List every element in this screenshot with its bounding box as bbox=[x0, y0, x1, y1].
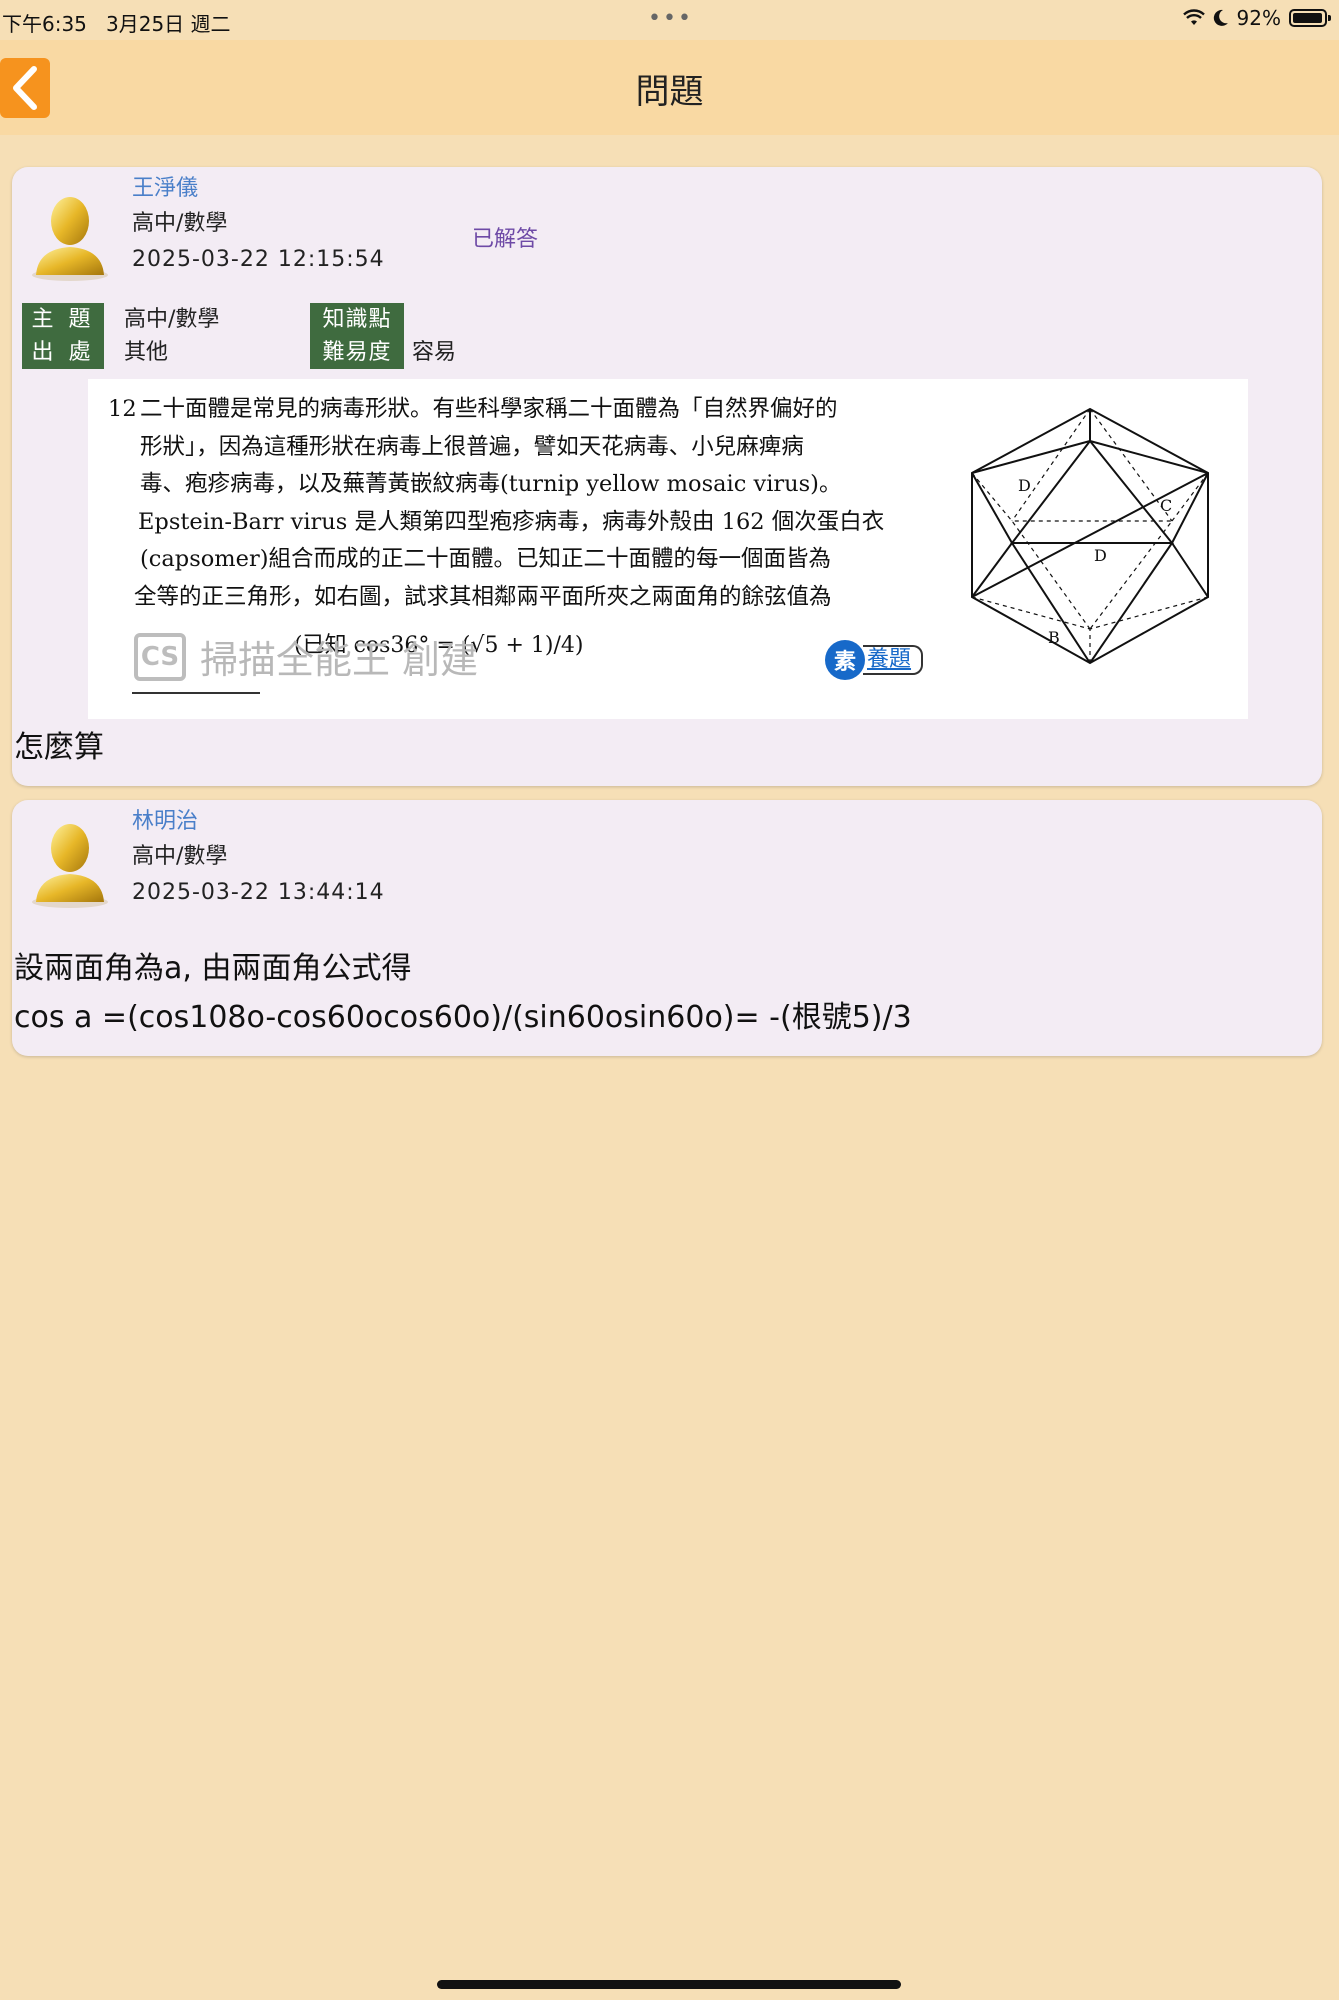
problem-number: 12 bbox=[108, 396, 137, 422]
battery-percent: 92% bbox=[1236, 6, 1281, 30]
svg-text:C: C bbox=[1160, 496, 1172, 515]
literacy-tag: 素 養題 bbox=[825, 640, 924, 680]
status-time: 下午6:35 3月25日 週二 bbox=[2, 8, 231, 37]
problem-text: 12 二十面體是常見的病毒形狀。有些科學家稱二十面體為「自然界偏好的 形狀」，因為… bbox=[108, 391, 938, 616]
problem-line: (capsomer)組合而成的正二十面體。已知正二十面體的每一個面皆為 bbox=[140, 546, 831, 572]
topic-label: 主 題 bbox=[22, 303, 104, 336]
home-indicator[interactable] bbox=[437, 1980, 901, 1989]
problem-line: 毒、疱疹病毒，以及蕪菁黃嵌紋病毒(turnip yellow mosaic vi… bbox=[140, 471, 842, 497]
svg-text:D: D bbox=[1094, 546, 1107, 565]
problem-line: Epstein-Barr virus 是人類第四型疱疹病毒，病毒外殼由 162 … bbox=[138, 508, 885, 535]
question-subject: 高中/數學 bbox=[132, 211, 228, 236]
answer-subject: 高中/數學 bbox=[132, 844, 228, 869]
answer-card: 林明治 高中/數學 2025-03-22 13:44:14 設兩面角為a, 由兩… bbox=[12, 800, 1322, 1056]
battery-icon bbox=[1289, 9, 1331, 27]
svg-text:D: D bbox=[1018, 476, 1031, 495]
wifi-icon bbox=[1182, 9, 1205, 25]
answer-datetime: 2025-03-22 13:44:14 bbox=[132, 880, 385, 905]
question-username[interactable]: 王淨儀 bbox=[132, 170, 198, 202]
question-datetime: 2025-03-22 12:15:54 bbox=[132, 247, 385, 272]
topic-value: 高中/數學 bbox=[124, 307, 220, 332]
camscanner-logo-icon: CS bbox=[134, 632, 186, 681]
clock-time: 下午6:35 bbox=[2, 12, 87, 36]
problem-line: 12 二十面體是常見的病毒形狀。有些科學家稱二十面體為「自然界偏好的 bbox=[108, 391, 938, 429]
moon-icon bbox=[1213, 9, 1228, 26]
question-text: 怎麼算 bbox=[14, 730, 104, 765]
problem-line: 形狀」，因為這種形狀在病毒上很普遍，譬如天花病毒、小兒麻痺病 bbox=[140, 433, 804, 460]
clock-date: 3月25日 週二 bbox=[106, 12, 231, 36]
status-right: 92% bbox=[1182, 6, 1331, 30]
multitask-dots-icon[interactable]: ••• bbox=[648, 6, 693, 31]
source-label: 出 處 bbox=[22, 336, 104, 369]
status-badge: 已解答 bbox=[472, 227, 539, 252]
nav-bar: 問題 bbox=[0, 40, 1339, 135]
problem-line: 全等的正三角形，如右圖，試求其相鄰兩平面所夾之兩面角的餘弦值為 bbox=[134, 583, 832, 610]
svg-text:B: B bbox=[1048, 628, 1060, 647]
page-title: 問題 bbox=[635, 72, 704, 112]
problem-image[interactable]: 12 二十面體是常見的病毒形狀。有些科學家稱二十面體為「自然界偏好的 形狀」，因為… bbox=[88, 379, 1248, 719]
tag-label: 養題 bbox=[863, 645, 924, 675]
answer-blank bbox=[132, 692, 260, 694]
icosahedron-diagram: D C B D bbox=[971, 407, 1209, 665]
question-card: 王淨儀 高中/數學 2025-03-22 12:15:54 已解答 主 題 高中… bbox=[12, 167, 1322, 786]
user-avatar-icon bbox=[32, 197, 108, 281]
scanner-watermark: CS 掃描全能王 創建 bbox=[134, 629, 478, 684]
answer-text-line: 設兩面角為a, 由兩面角公式得 bbox=[14, 951, 412, 986]
tag-icon: 素 bbox=[825, 640, 865, 680]
difficulty-value: 容易 bbox=[412, 340, 457, 365]
knowledge-label: 知識點 bbox=[310, 303, 404, 336]
answer-username[interactable]: 林明治 bbox=[132, 803, 198, 835]
watermark-text: 掃描全能王 創建 bbox=[200, 638, 479, 682]
answer-text-line: cos a =(cos108o-cos60ocos60o)/(sin60osin… bbox=[14, 1000, 912, 1035]
status-bar: 下午6:35 3月25日 週二 ••• 92% bbox=[0, 0, 1339, 40]
difficulty-label: 難易度 bbox=[310, 336, 404, 369]
user-avatar-icon bbox=[32, 824, 108, 908]
source-value: 其他 bbox=[124, 340, 169, 365]
